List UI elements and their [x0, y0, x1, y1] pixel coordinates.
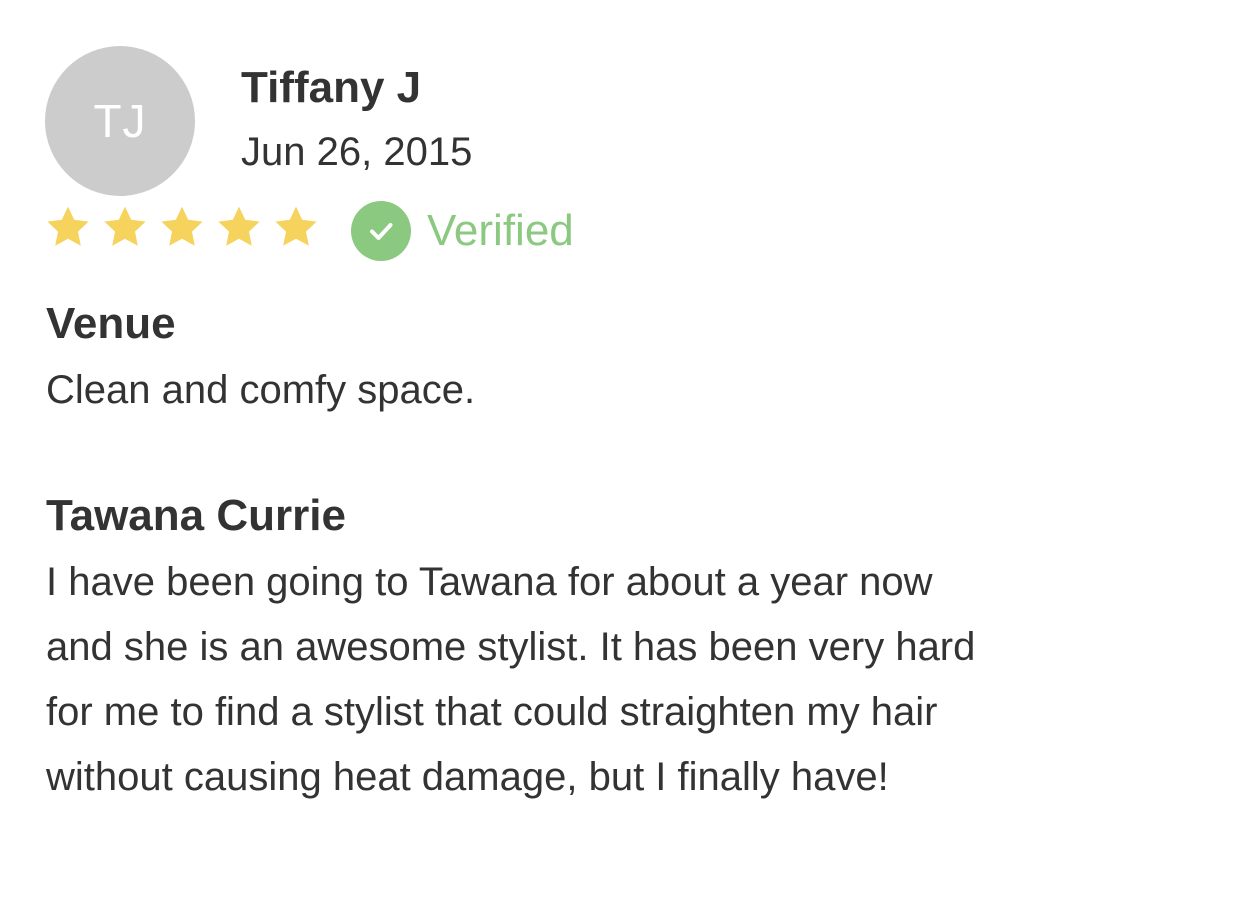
section-body-line: I have been going to Tawana for about a …	[46, 560, 933, 604]
star-icon	[101, 203, 149, 251]
star-icon	[44, 203, 92, 251]
review-date: Jun 26, 2015	[241, 130, 473, 174]
verified-badge: Verified	[351, 200, 574, 262]
star-icon	[272, 203, 320, 251]
section-title-venue: Venue	[46, 299, 176, 348]
verified-label: Verified	[427, 206, 574, 255]
reviewer-name: Tiffany J	[241, 63, 422, 112]
section-body-stylist: I have been going to Tawana for about a …	[46, 550, 975, 810]
section-body-line: Clean and comfy space.	[46, 368, 476, 412]
avatar-initials: TJ	[93, 95, 147, 147]
star-icon	[158, 203, 206, 251]
section-body-line: without causing heat damage, but I final…	[46, 755, 889, 799]
section-body-venue: Clean and comfy space.	[46, 358, 475, 423]
section-body-line: and she is an awesome stylist. It has be…	[46, 625, 976, 669]
star-icon	[215, 203, 263, 251]
section-body-line: for me to find a stylist that could stra…	[46, 690, 938, 734]
avatar: TJ	[45, 46, 195, 196]
check-circle-icon	[351, 201, 411, 261]
section-title-stylist: Tawana Currie	[46, 491, 346, 540]
review-card: TJ Tiffany J Jun 26, 2015 Verified Venue…	[0, 0, 1242, 900]
star-rating	[44, 202, 329, 252]
